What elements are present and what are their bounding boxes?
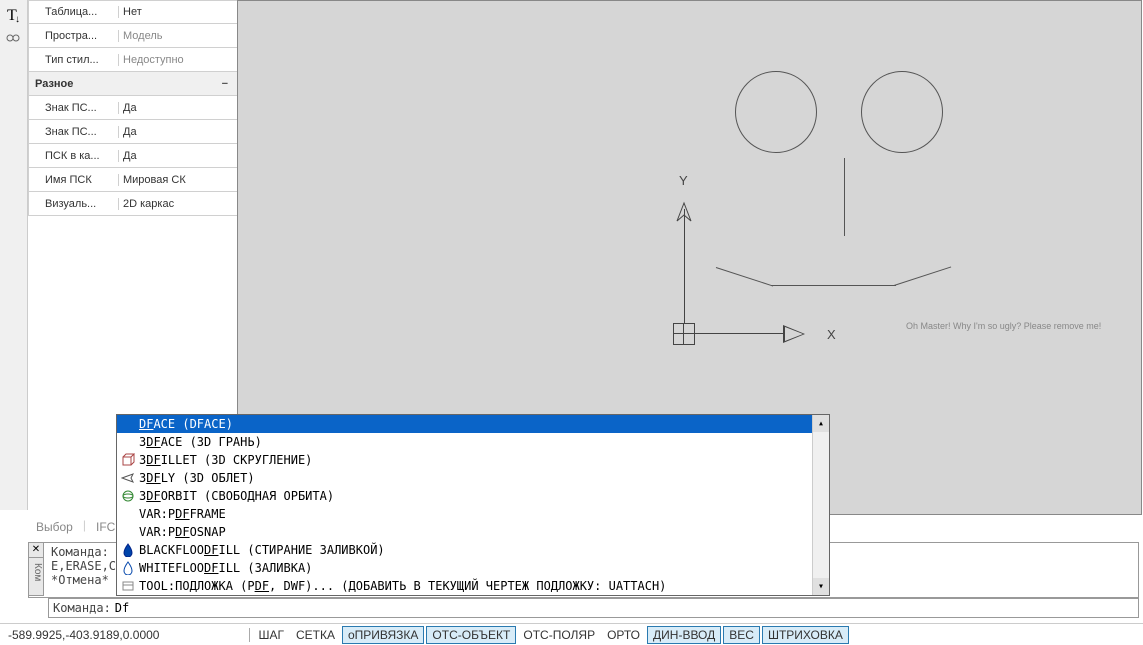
property-row[interactable]: Простра...Модель — [28, 24, 238, 48]
property-value[interactable]: Да — [119, 126, 237, 138]
property-value[interactable]: 2D каркас — [119, 198, 237, 210]
property-key: Имя ПСК — [29, 174, 119, 186]
divider — [249, 628, 250, 642]
status-toggle-отс-поляр[interactable]: ОТС-ПОЛЯР — [518, 627, 600, 643]
ucs-y-arrow-icon — [675, 201, 693, 225]
status-toggle-отс-объект[interactable]: ОТС-ОБЪЕКТ — [426, 626, 516, 644]
drawing-line[interactable] — [844, 158, 845, 236]
ucs-origin — [673, 323, 695, 345]
property-key: Знак ПС... — [29, 102, 119, 114]
scroll-up-button[interactable]: ▴ — [813, 415, 829, 432]
autocomplete-item-label: 3DFLY (3D ОБЛЕТ) — [139, 471, 827, 485]
autocomplete-item[interactable]: BLACKFLOODFILL (СТИРАНИЕ ЗАЛИВКОЙ) — [117, 541, 829, 559]
status-toggle-сетка[interactable]: СЕТКА — [291, 627, 340, 643]
properties-panel: Таблица...НетПростра...МодельТип стил...… — [28, 0, 238, 216]
autocomplete-item[interactable]: VAR:PDFFRAME — [117, 505, 829, 523]
autocomplete-item-label: DFACE (DFACE) — [139, 417, 827, 431]
ucs-y-label: Y — [679, 173, 688, 188]
text-tool-icon[interactable]: T↓ — [4, 4, 24, 24]
property-key: ПСК в ка... — [29, 150, 119, 162]
autocomplete-item-label: VAR:PDFFRAME — [139, 507, 827, 521]
property-key: Визуаль... — [29, 198, 119, 210]
command-autocomplete-popup: DFACE (DFACE) 3DFACE (3D ГРАНЬ) 3DFILLET (… — [116, 414, 830, 596]
drop-black-icon — [119, 542, 137, 558]
command-input-row: Команда: — [48, 598, 1139, 618]
blank-icon — [119, 434, 137, 450]
cube-icon — [119, 452, 137, 468]
drawing-line[interactable] — [716, 267, 773, 286]
autocomplete-item-label: WHITEFLOODFILL (ЗАЛИВКА) — [139, 561, 827, 575]
blank-icon — [119, 506, 137, 522]
insert-icon[interactable] — [4, 28, 24, 48]
status-toggle-вес[interactable]: ВЕС — [723, 626, 760, 644]
autocomplete-item-label: VAR:PDFOSNAP — [139, 525, 827, 539]
coordinates-display: -589.9925,-403.9189,0.0000 — [0, 628, 167, 642]
scroll-down-button[interactable]: ▾ — [813, 578, 829, 595]
drop-white-icon — [119, 560, 137, 576]
blank-icon — [119, 524, 137, 540]
autocomplete-item-label: 3DFILLET (3D СКРУГЛЕНИЕ) — [139, 453, 827, 467]
drawing-text[interactable]: Oh Master! Why I'm so ugly? Please remov… — [906, 321, 1101, 331]
autocomplete-item[interactable]: TOOL:ПОДЛОЖКА (PDF, DWF)... (ДОБАВИТЬ В … — [117, 577, 829, 595]
plane-icon — [119, 470, 137, 486]
property-group-label: Разное− — [29, 78, 237, 90]
status-bar: -589.9925,-403.9189,0.0000 ШАГСЕТКАоПРИВ… — [0, 623, 1143, 645]
status-toggle-орто[interactable]: ОРТО — [602, 627, 645, 643]
autocomplete-item-label: 3DFORBIT (СВОБОДНАЯ ОРБИТА) — [139, 489, 827, 503]
orbit-icon — [119, 488, 137, 504]
property-value[interactable]: Да — [119, 150, 237, 162]
status-toggle-опривязка[interactable]: оПРИВЯЗКА — [342, 626, 424, 644]
autocomplete-item[interactable]: DFACE (DFACE) — [117, 415, 829, 433]
property-value[interactable]: Мировая СК — [119, 174, 237, 186]
ucs-x-arrow-icon — [783, 325, 805, 343]
property-value[interactable]: Модель — [119, 30, 237, 42]
drawing-line[interactable] — [894, 266, 951, 285]
property-key: Знак ПС... — [29, 126, 119, 138]
autocomplete-item[interactable]: WHITEFLOODFILL (ЗАЛИВКА) — [117, 559, 829, 577]
property-row[interactable]: Тип стил...Недоступно — [28, 48, 238, 72]
panel-tabs: Выбор|IFC — [28, 518, 123, 536]
autocomplete-scrollbar[interactable]: ▴ ▾ — [812, 415, 829, 595]
autocomplete-item[interactable]: 3DFILLET (3D СКРУГЛЕНИЕ) — [117, 451, 829, 469]
left-toolbar: T↓ — [0, 0, 28, 510]
property-value[interactable]: Недоступно — [119, 54, 237, 66]
property-value[interactable]: Нет — [119, 6, 237, 18]
autocomplete-item-label: TOOL:ПОДЛОЖКА (PDF, DWF)... (ДОБАВИТЬ В … — [139, 579, 827, 593]
property-row[interactable]: Имя ПСКМировая СК — [28, 168, 238, 192]
property-row[interactable]: Знак ПС...Да — [28, 96, 238, 120]
autocomplete-item[interactable]: 3DFACE (3D ГРАНЬ) — [117, 433, 829, 451]
svg-text:↓: ↓ — [15, 14, 20, 24]
autocomplete-item[interactable]: VAR:PDFOSNAP — [117, 523, 829, 541]
ucs-x-label: X — [827, 327, 836, 342]
autocomplete-item[interactable]: 3DFORBIT (СВОБОДНАЯ ОРБИТА) — [117, 487, 829, 505]
ucs-y-axis — [684, 209, 685, 324]
blank-icon — [119, 416, 137, 432]
property-key: Тип стил... — [29, 54, 119, 66]
sheet-icon — [119, 578, 137, 594]
collapse-icon[interactable]: − — [222, 78, 228, 90]
autocomplete-item[interactable]: 3DFLY (3D ОБЛЕТ) — [117, 469, 829, 487]
property-value[interactable]: Да — [119, 102, 237, 114]
autocomplete-item-label: BLACKFLOODFILL (СТИРАНИЕ ЗАЛИВКОЙ) — [139, 543, 827, 557]
panel-tab[interactable]: Выбор — [28, 518, 81, 536]
property-key: Простра... — [29, 30, 119, 42]
property-row[interactable]: ПСК в ка...Да — [28, 144, 238, 168]
property-key: Таблица... — [29, 6, 119, 18]
drawing-circle[interactable] — [735, 71, 817, 153]
status-toggle-шаг[interactable]: ШАГ — [253, 627, 289, 643]
property-row[interactable]: Знак ПС...Да — [28, 120, 238, 144]
autocomplete-item-label: 3DFACE (3D ГРАНЬ) — [139, 435, 827, 449]
drawing-line[interactable] — [771, 285, 896, 286]
property-row[interactable]: Разное− — [28, 72, 238, 96]
command-input[interactable] — [115, 601, 1134, 615]
status-toggle-штриховка[interactable]: ШТРИХОВКА — [762, 626, 849, 644]
drawing-circle[interactable] — [861, 71, 943, 153]
property-row[interactable]: Визуаль...2D каркас — [28, 192, 238, 216]
command-prompt-label: Команда: — [53, 601, 111, 615]
status-toggle-дин-ввод[interactable]: ДИН-ВВОД — [647, 626, 721, 644]
property-row[interactable]: Таблица...Нет — [28, 0, 238, 24]
command-panel-close-button[interactable]: ✕ — [28, 542, 44, 558]
